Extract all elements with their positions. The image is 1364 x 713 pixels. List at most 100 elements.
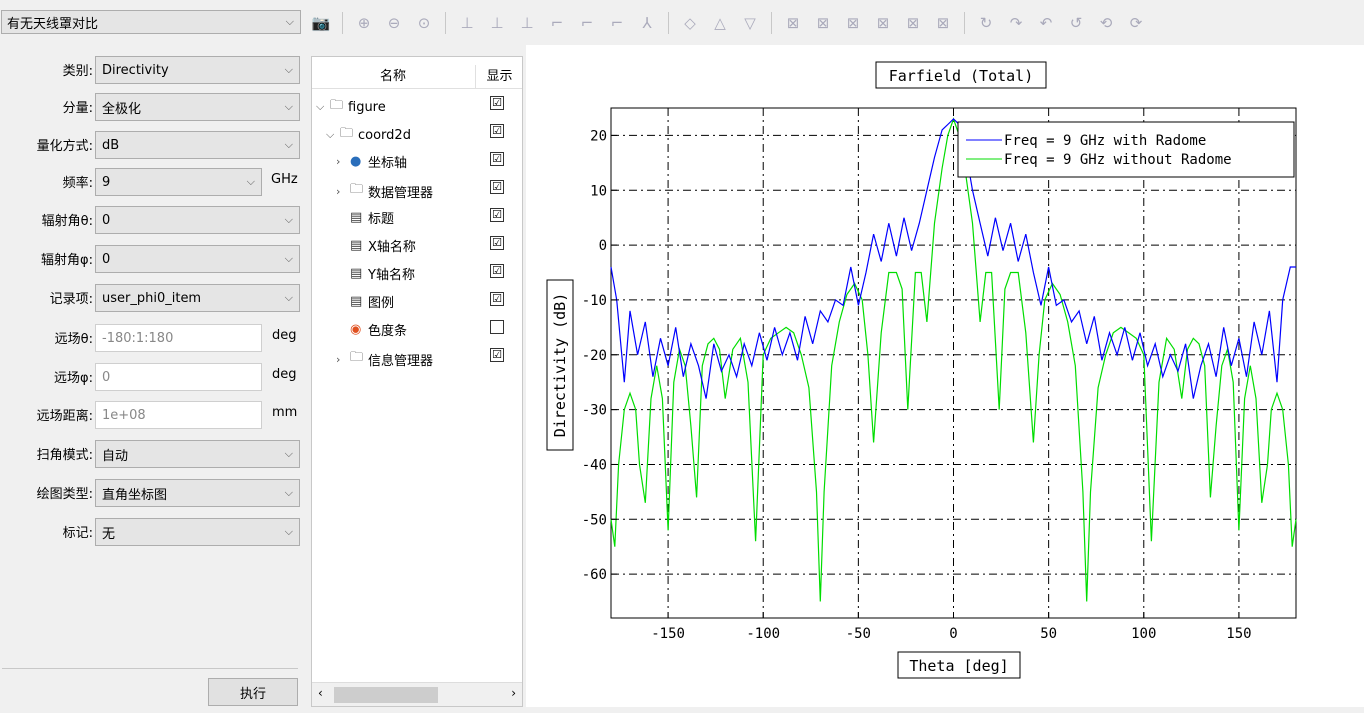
tree-item-label: X轴名称 xyxy=(368,240,416,255)
plot-type-select[interactable]: 直角坐标图 ⌵ xyxy=(95,479,300,507)
settings-panel: 类别: Directivity ⌵ 分量: 全极化 ⌵ 量化方式: dB ⌵ 频率: … xyxy=(0,45,306,713)
ff-dist-input[interactable]: 1e+08 xyxy=(95,401,262,429)
tree-item-xlabel[interactable]: ▤ X轴名称 ☑ xyxy=(312,230,522,258)
axis-xy-icon[interactable]: ⌐ xyxy=(546,12,568,34)
freq-select[interactable]: 9 ⌵ xyxy=(95,168,262,196)
chevron-right-icon[interactable]: › xyxy=(336,155,350,168)
ff-phi-label: 远场φ: xyxy=(54,371,93,386)
axis-xz-icon[interactable]: ⌐ xyxy=(576,12,598,34)
quant-select[interactable]: dB ⌵ xyxy=(95,131,300,159)
execute-button[interactable]: 执行 xyxy=(208,678,298,706)
tree-item-title[interactable]: ▤ 标题 ☑ xyxy=(312,202,522,230)
chevron-down-icon: ⌵ xyxy=(284,138,293,151)
visibility-checkbox[interactable]: ☑ xyxy=(490,152,504,166)
folder-icon: 🗀 xyxy=(330,98,344,113)
phi-select[interactable]: 0 ⌵ xyxy=(95,245,300,273)
visibility-checkbox[interactable]: ☑ xyxy=(490,96,504,110)
visibility-checkbox[interactable]: ☑ xyxy=(490,236,504,250)
tree-item-data-manager[interactable]: › 🗀 数据管理器 ☑ xyxy=(312,174,522,202)
chevron-down-icon: ⌵ xyxy=(284,63,293,76)
tree-item-label: coord2d xyxy=(358,127,411,143)
toolbar-separator xyxy=(668,12,669,34)
scan-select[interactable]: 自动 ⌵ xyxy=(95,440,300,468)
marker-select[interactable]: 无 ⌵ xyxy=(95,518,300,546)
move-down-icon[interactable]: ▽ xyxy=(739,12,761,34)
visibility-checkbox[interactable]: ☑ xyxy=(490,124,504,138)
tree-item-axes[interactable]: › ● 坐标轴 ☑ xyxy=(312,146,522,174)
tree-item-ylabel[interactable]: ▤ Y轴名称 ☑ xyxy=(312,258,522,286)
axis-3d-icon[interactable]: ⅄ xyxy=(636,12,658,34)
tree-item-figure[interactable]: ⌵ 🗀 figure ☑ xyxy=(312,90,522,118)
freq-row: 频率: 9 ⌵ GHz xyxy=(0,166,306,198)
panel-divider xyxy=(2,668,298,669)
phi-row: 辐射角φ: 0 ⌵ xyxy=(0,243,306,275)
move-up-icon[interactable]: △ xyxy=(709,12,731,34)
chevron-down-icon[interactable]: ⌵ xyxy=(316,100,330,114)
view-diag-icon[interactable]: ⊠ xyxy=(902,12,924,34)
color-wheel-icon: ◉ xyxy=(350,322,362,337)
visibility-checkbox[interactable]: ☑ xyxy=(490,348,504,362)
rotate-up-icon[interactable]: ↷ xyxy=(1005,12,1027,34)
chevron-down-icon: ⌵ xyxy=(285,15,294,28)
chevron-down-icon[interactable]: ⌵ xyxy=(326,128,340,142)
visibility-checkbox[interactable]: ☑ xyxy=(490,264,504,278)
view-down-icon[interactable]: ⊠ xyxy=(842,12,864,34)
figure-selector-combo[interactable]: 有无天线罩对比 ⌵ xyxy=(1,10,301,34)
theta-select[interactable]: 0 ⌵ xyxy=(95,206,300,234)
axis-zy-icon[interactable]: ⌐ xyxy=(606,12,628,34)
axis-z-plus-icon[interactable]: ⊥ xyxy=(486,12,508,34)
view-diag2-icon[interactable]: ⊠ xyxy=(932,12,954,34)
scroll-right-icon[interactable]: › xyxy=(511,686,516,700)
scan-value: 自动 xyxy=(102,448,129,464)
tree-item-info-manager[interactable]: › 🗀 信息管理器 ☑ xyxy=(312,342,522,370)
rotate-cw-icon[interactable]: ⟳ xyxy=(1125,12,1147,34)
horizontal-scrollbar[interactable]: ‹ › xyxy=(312,682,522,706)
chevron-right-icon[interactable]: › xyxy=(336,353,350,366)
tree-item-legend[interactable]: ▤ 图例 ☑ xyxy=(312,286,522,314)
chevron-down-icon: ⌵ xyxy=(284,447,293,460)
ff-phi-input[interactable]: 0 xyxy=(95,363,262,391)
camera-icon[interactable]: 📷 xyxy=(310,12,332,34)
x-tick-label: -50 xyxy=(846,626,871,642)
tree-item-coord2d[interactable]: ⌵ 🗀 coord2d ☑ xyxy=(312,118,522,146)
tree-col-name: 名称 xyxy=(379,69,406,84)
component-value: 全极化 xyxy=(102,101,142,117)
chevron-right-icon[interactable]: › xyxy=(336,185,350,198)
rotate-left-icon[interactable]: ↺ xyxy=(1065,12,1087,34)
zoom-in-icon[interactable]: ⊕ xyxy=(353,12,375,34)
rotate-right-icon[interactable]: ↻ xyxy=(975,12,997,34)
quant-label: 量化方式: xyxy=(36,139,93,154)
view-right-icon[interactable]: ⊠ xyxy=(812,12,834,34)
chevron-down-icon: ⌵ xyxy=(284,100,293,113)
axis-y-plus-icon[interactable]: ⊥ xyxy=(516,12,538,34)
rotate-ccw-icon[interactable]: ⟲ xyxy=(1095,12,1117,34)
scroll-left-icon[interactable]: ‹ xyxy=(318,686,323,700)
toolbar-separator xyxy=(964,12,965,34)
chevron-down-icon: ⌵ xyxy=(246,175,255,188)
zoom-fit-icon[interactable]: ⊙ xyxy=(413,12,435,34)
chart-title: Farfield (Total) xyxy=(889,67,1034,85)
view-left-icon[interactable]: ⊠ xyxy=(782,12,804,34)
scrollbar-thumb[interactable] xyxy=(334,687,438,703)
theta-row: 辐射角θ: 0 ⌵ xyxy=(0,204,306,236)
visibility-checkbox[interactable]: ☑ xyxy=(490,292,504,306)
ff-theta-input[interactable]: -180:1:180 xyxy=(95,324,262,352)
category-select[interactable]: Directivity ⌵ xyxy=(95,56,300,84)
tree-item-label: 图例 xyxy=(368,296,395,311)
visibility-checkbox[interactable] xyxy=(490,320,504,334)
rotate-down-icon[interactable]: ↶ xyxy=(1035,12,1057,34)
axis-x-plus-icon[interactable]: ⊥ xyxy=(456,12,478,34)
component-select[interactable]: 全极化 ⌵ xyxy=(95,93,300,121)
tree-item-colorbar[interactable]: ◉ 色度条 xyxy=(312,314,522,342)
visibility-checkbox[interactable]: ☑ xyxy=(490,208,504,222)
zoom-out-icon[interactable]: ⊖ xyxy=(383,12,405,34)
folder-icon: 🗀 xyxy=(340,126,354,141)
expand-vertical-icon[interactable]: ◇ xyxy=(679,12,701,34)
theta-label: 辐射角θ: xyxy=(41,214,93,229)
x-tick-label: 100 xyxy=(1131,626,1156,642)
plot-area: Farfield (Total) -150 -100 -50 0 50 100 150 20 1… xyxy=(526,45,1364,707)
record-select[interactable]: user_phi0_item ⌵ xyxy=(95,284,300,312)
view-up-icon[interactable]: ⊠ xyxy=(872,12,894,34)
y-tick-label: -60 xyxy=(582,567,607,583)
visibility-checkbox[interactable]: ☑ xyxy=(490,180,504,194)
